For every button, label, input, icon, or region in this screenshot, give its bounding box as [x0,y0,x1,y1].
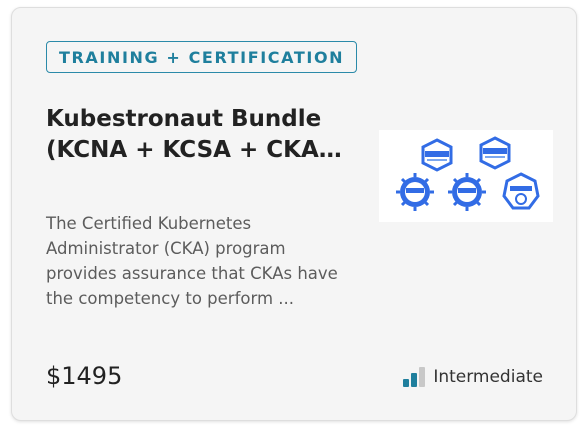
certification-badges-image [396,136,540,211]
level-label: Intermediate [433,367,543,387]
difficulty-level: Intermediate [403,367,543,387]
level-bar [411,373,418,387]
course-price: $1495 [46,362,123,390]
course-card[interactable]: TRAINING + CERTIFICATION Kubestronaut Bu… [11,7,577,421]
kubernetes-heptagon-badge-icon [502,172,540,210]
course-title[interactable]: Kubestronaut Bundle (KCNA + KCSA + CKA +… [46,104,346,166]
course-description: The Certified Kubernetes Administrator (… [46,214,338,308]
kubernetes-security-badge-icon [479,136,511,170]
level-bar [419,367,426,387]
certified-kubernetes-badge-icon [396,173,434,211]
level-bars-icon [403,367,426,387]
category-badge: TRAINING + CERTIFICATION [46,41,358,73]
level-bar [403,379,410,387]
course-thumbnail [379,130,553,222]
certified-kubernetes-badge-icon [448,173,486,211]
kubernetes-badge-icon [421,138,453,172]
